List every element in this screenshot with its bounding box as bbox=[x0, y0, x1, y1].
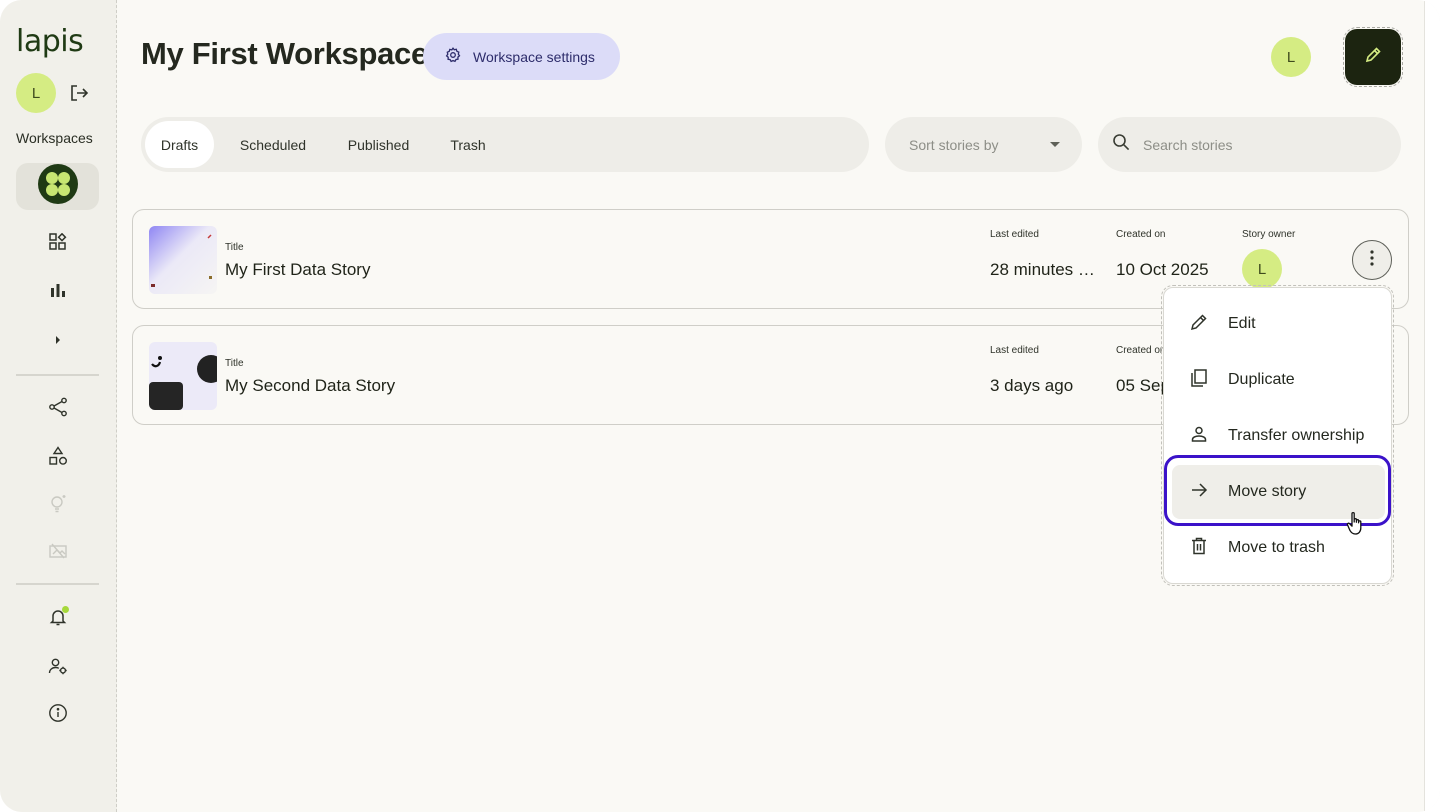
sort-placeholder: Sort stories by bbox=[909, 136, 999, 153]
last-edited-value: 3 days ago bbox=[990, 376, 1074, 395]
tab-scheduled[interactable]: Scheduled bbox=[225, 121, 321, 168]
bar-chart-icon[interactable] bbox=[45, 277, 71, 303]
menu-item-duplicate[interactable]: Duplicate bbox=[1172, 353, 1385, 407]
pencil-icon bbox=[1364, 46, 1382, 69]
menu-item-label: Move to trash bbox=[1228, 539, 1325, 556]
tab-trash[interactable]: Trash bbox=[436, 121, 500, 168]
sidebar-divider bbox=[16, 583, 99, 585]
sidebar-divider bbox=[16, 374, 99, 376]
tab-drafts[interactable]: Drafts bbox=[145, 121, 214, 168]
widgets-icon[interactable] bbox=[45, 229, 71, 255]
menu-item-label: Duplicate bbox=[1228, 371, 1295, 388]
search-input[interactable] bbox=[1143, 136, 1383, 153]
shapes-icon[interactable] bbox=[45, 443, 71, 469]
workspaces-label: Workspaces bbox=[16, 130, 93, 146]
kebab-menu-icon bbox=[1370, 249, 1374, 271]
story-thumbnail bbox=[149, 342, 217, 410]
header-user-avatar[interactable]: L bbox=[1271, 37, 1311, 77]
pencil-icon bbox=[1189, 312, 1209, 337]
menu-item-label: Transfer ownership bbox=[1228, 427, 1365, 444]
sort-dropdown[interactable]: Sort stories by bbox=[885, 117, 1082, 172]
info-icon[interactable] bbox=[45, 700, 71, 726]
notification-dot bbox=[62, 606, 69, 613]
search-icon bbox=[1112, 133, 1130, 156]
slides-icon[interactable] bbox=[45, 538, 71, 564]
story-thumbnail bbox=[149, 226, 217, 294]
story-title[interactable]: My Second Data Story bbox=[225, 376, 395, 396]
window-edge bbox=[1424, 0, 1440, 812]
more-options-button[interactable] bbox=[1352, 240, 1392, 280]
lapis-logo: lapis bbox=[16, 24, 84, 59]
last-edited-label: Last edited bbox=[990, 345, 1039, 356]
user-avatar[interactable]: L bbox=[16, 73, 56, 113]
user-settings-icon[interactable] bbox=[45, 653, 71, 679]
person-icon bbox=[1189, 424, 1209, 449]
logout-icon[interactable] bbox=[66, 80, 92, 106]
created-on-label: Created on bbox=[1116, 229, 1166, 240]
lightbulb-icon[interactable] bbox=[45, 490, 71, 516]
menu-item-label: Edit bbox=[1228, 315, 1256, 332]
workspace-settings-button[interactable]: Workspace settings bbox=[423, 33, 620, 80]
gear-icon bbox=[445, 47, 461, 66]
owner-avatar: L bbox=[1242, 249, 1282, 289]
trash-icon bbox=[1189, 536, 1209, 561]
sidebar: lapis L Workspaces bbox=[0, 0, 117, 812]
last-edited-value: 28 minutes ago bbox=[990, 260, 1100, 279]
caret-right-icon[interactable] bbox=[45, 327, 71, 353]
workspace-tile[interactable] bbox=[16, 163, 99, 210]
last-edited-label: Last edited bbox=[990, 229, 1039, 240]
menu-item-edit[interactable]: Edit bbox=[1172, 297, 1385, 351]
story-title[interactable]: My First Data Story bbox=[225, 260, 370, 280]
hand-cursor-icon bbox=[1346, 511, 1368, 542]
created-on-value: 10 Oct 2025 bbox=[1116, 260, 1209, 279]
workspace-settings-label: Workspace settings bbox=[473, 48, 595, 65]
workspace-logo-icon bbox=[37, 164, 78, 209]
page-title: My First Workspace bbox=[141, 36, 428, 71]
bell-icon[interactable] bbox=[45, 604, 71, 630]
story-tabs: Drafts Scheduled Published Trash bbox=[141, 117, 869, 172]
created-on-label: Created on bbox=[1116, 345, 1166, 356]
story-owner-label: Story owner bbox=[1242, 229, 1296, 240]
new-story-button[interactable] bbox=[1343, 27, 1403, 87]
search-box bbox=[1098, 117, 1401, 172]
title-label: Title bbox=[225, 242, 244, 253]
tab-published[interactable]: Published bbox=[333, 121, 424, 168]
app-window: lapis L Workspaces My First Workspace Wo… bbox=[0, 0, 1440, 812]
caret-down-icon bbox=[1050, 142, 1060, 147]
copy-icon bbox=[1189, 368, 1209, 393]
share-icon[interactable] bbox=[45, 394, 71, 420]
title-label: Title bbox=[225, 358, 244, 369]
